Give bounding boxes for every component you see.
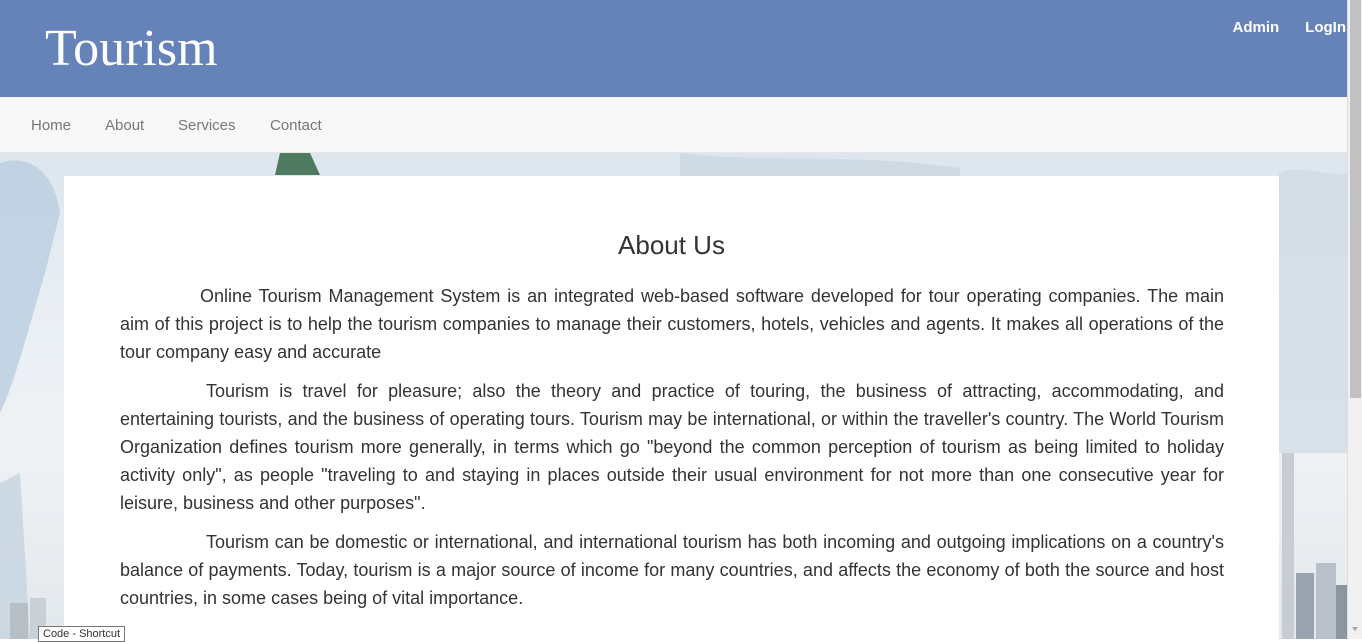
main-navbar: Home About Services Contact (0, 97, 1347, 153)
about-paragraph-2: Tourism is travel for pleasure; also the… (120, 381, 1224, 513)
header-links: Admin LogIn (1207, 19, 1347, 37)
about-paragraph-1: Online Tourism Management System is an i… (120, 286, 1224, 362)
nav-contact[interactable]: Contact (270, 117, 322, 135)
scroll-down-arrow-icon[interactable] (1352, 627, 1358, 631)
page-scrollbar[interactable] (1347, 0, 1362, 639)
nav-about[interactable]: About (105, 117, 144, 135)
about-paragraph-3: Tourism can be domestic or international… (120, 532, 1224, 608)
about-title: About Us (618, 230, 725, 260)
nav-services[interactable]: Services (178, 117, 236, 135)
site-header: Tourism Admin LogIn (0, 0, 1347, 97)
nav-home[interactable]: Home (31, 117, 71, 135)
login-link[interactable]: LogIn (1305, 19, 1346, 37)
admin-link[interactable]: Admin (1233, 19, 1280, 37)
scrollbar-thumb[interactable] (1350, 0, 1361, 398)
site-brand[interactable]: Tourism (45, 18, 218, 80)
shortcut-tooltip: Code - Shortcut (38, 626, 126, 642)
